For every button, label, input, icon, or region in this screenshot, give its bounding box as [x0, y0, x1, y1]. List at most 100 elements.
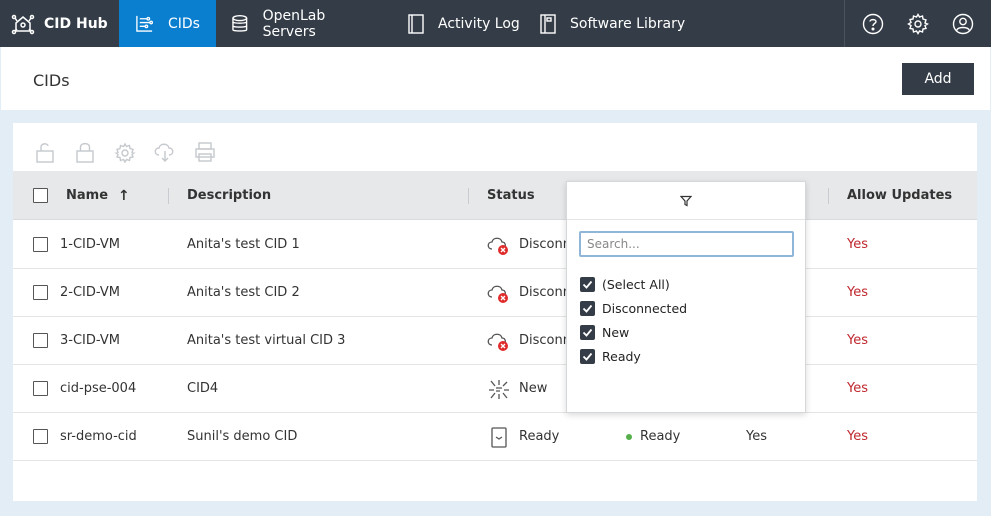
device-icon	[491, 426, 507, 448]
cid-name: 1-CID-VM	[60, 237, 120, 252]
page-header: CIDs Add	[1, 47, 990, 110]
select-all-header[interactable]	[33, 171, 48, 220]
filter-option-disconnected[interactable]: Disconnected	[580, 299, 687, 317]
filter-header	[567, 182, 805, 220]
cloud-error-icon	[487, 237, 508, 255]
cid-name: 3-CID-VM	[60, 333, 120, 348]
table-row[interactable]: sr-demo-cid Sunil's demo CID Ready Ready…	[13, 413, 977, 461]
status-label: Disconn	[519, 285, 571, 300]
settings-icon[interactable]	[113, 140, 137, 164]
allow-updates-value: Yes	[847, 285, 868, 300]
database-icon	[232, 14, 248, 32]
gear-icon[interactable]	[905, 11, 931, 37]
cid-description: Sunil's demo CID	[187, 429, 298, 444]
nav-openlab-servers[interactable]: OpenLab Servers	[216, 0, 380, 47]
status-label: Disconn	[519, 333, 571, 348]
lock-icon[interactable]	[73, 140, 97, 164]
cid-name: sr-demo-cid	[60, 429, 137, 444]
cid-description: Anita's test CID 1	[187, 237, 300, 252]
cid-description: Anita's test CID 2	[187, 285, 300, 300]
filter-option-select-all[interactable]: (Select All)	[580, 275, 670, 293]
connection-status: Ready	[626, 413, 680, 460]
table-toolbar	[33, 140, 233, 164]
status-cell: Ready	[487, 413, 559, 460]
select-all-checkbox[interactable]	[33, 188, 48, 203]
user-icon[interactable]	[950, 11, 976, 37]
brand[interactable]: CID Hub	[0, 0, 119, 47]
check-icon	[580, 324, 595, 340]
check-icon	[580, 348, 595, 364]
cloud-error-icon	[487, 285, 508, 303]
cids-icon	[136, 15, 154, 32]
cloud-sync-icon[interactable]	[153, 140, 177, 164]
table-row[interactable]: 3-CID-VM Anita's test virtual CID 3 Disc…	[13, 317, 977, 365]
filter-search-input[interactable]	[579, 231, 794, 257]
table-row[interactable]: 2-CID-VM Anita's test CID 2 Disconn Yes	[13, 269, 977, 317]
sparkle-icon	[489, 379, 509, 399]
column-description-label: Description	[187, 188, 272, 203]
nav-software-label: Software Library	[570, 15, 686, 32]
nav-cids[interactable]: CIDs	[119, 0, 216, 47]
help-icon[interactable]	[860, 11, 886, 37]
table-row[interactable]: 1-CID-VM Anita's test CID 1 Disconn Yes	[13, 221, 977, 269]
column-divider	[828, 188, 829, 204]
status-label: New	[519, 381, 548, 396]
row-checkbox[interactable]	[33, 381, 48, 396]
library-icon	[540, 13, 556, 34]
sort-ascending-icon: ↑	[118, 187, 130, 204]
cid-description: CID4	[187, 381, 219, 396]
log-icon	[408, 13, 424, 34]
status-cell: Disconn	[487, 221, 571, 268]
filter-option-label: New	[602, 324, 630, 340]
check-icon	[580, 300, 595, 316]
status-label: Disconn	[519, 237, 571, 252]
column-description[interactable]: Description	[187, 171, 271, 220]
hub-icon	[11, 14, 35, 34]
row-checkbox[interactable]	[33, 429, 48, 444]
status-cell: New	[487, 365, 547, 412]
filter-icon[interactable]	[680, 195, 692, 207]
ready-dot-icon	[626, 433, 632, 440]
nav-cids-label: CIDs	[168, 15, 200, 32]
status-filter-popup: (Select All) Disconnected New Ready	[566, 181, 806, 413]
print-icon[interactable]	[193, 140, 217, 164]
top-right-actions	[844, 0, 991, 47]
row-checkbox[interactable]	[33, 333, 48, 348]
cids-table-card: Name ↑ Description Status Allow Updates …	[13, 123, 977, 501]
add-button[interactable]: Add	[902, 63, 974, 95]
row-checkbox[interactable]	[33, 237, 48, 252]
nav-servers-label: OpenLab Servers	[262, 7, 326, 40]
column-status[interactable]: Status	[487, 171, 535, 220]
status-cell: Disconn	[487, 317, 571, 364]
unlock-icon[interactable]	[33, 140, 57, 164]
allow-updates-value: Yes	[847, 333, 868, 348]
filter-option-label: (Select All)	[602, 276, 670, 292]
column-status-label: Status	[487, 188, 535, 203]
cloud-error-icon	[487, 333, 508, 351]
column-allow-updates[interactable]: Allow Updates	[847, 171, 952, 220]
allow-updates-value: Yes	[847, 381, 868, 396]
row-checkbox[interactable]	[33, 285, 48, 300]
brand-label: CID Hub	[44, 15, 108, 32]
cid-name: cid-pse-004	[60, 381, 137, 396]
table-row[interactable]: cid-pse-004 CID4 New Yes	[13, 365, 977, 413]
filter-option-new[interactable]: New	[580, 323, 629, 341]
top-nav-bar: CID Hub CIDs OpenLab Servers Activity Lo…	[0, 0, 991, 47]
nav-activity-label: Activity Log	[438, 15, 520, 32]
status-label: Ready	[519, 429, 560, 444]
extra-value: Yes	[746, 429, 767, 444]
nav-activity-log[interactable]: Activity Log	[380, 0, 520, 47]
check-icon	[580, 276, 595, 292]
column-divider	[468, 188, 469, 204]
allow-updates-value: Yes	[847, 237, 868, 252]
filter-option-label: Disconnected	[602, 300, 688, 316]
filter-option-label: Ready	[602, 348, 641, 364]
nav-software-library[interactable]: Software Library	[520, 0, 700, 47]
table-header: Name ↑ Description Status Allow Updates	[13, 171, 977, 220]
column-name-label: Name	[66, 188, 109, 203]
filter-option-ready[interactable]: Ready	[580, 347, 641, 365]
column-name[interactable]: Name ↑	[66, 171, 130, 220]
column-allow-updates-label: Allow Updates	[847, 188, 953, 203]
page-title: CIDs	[33, 71, 70, 90]
status-cell: Disconn	[487, 269, 571, 316]
